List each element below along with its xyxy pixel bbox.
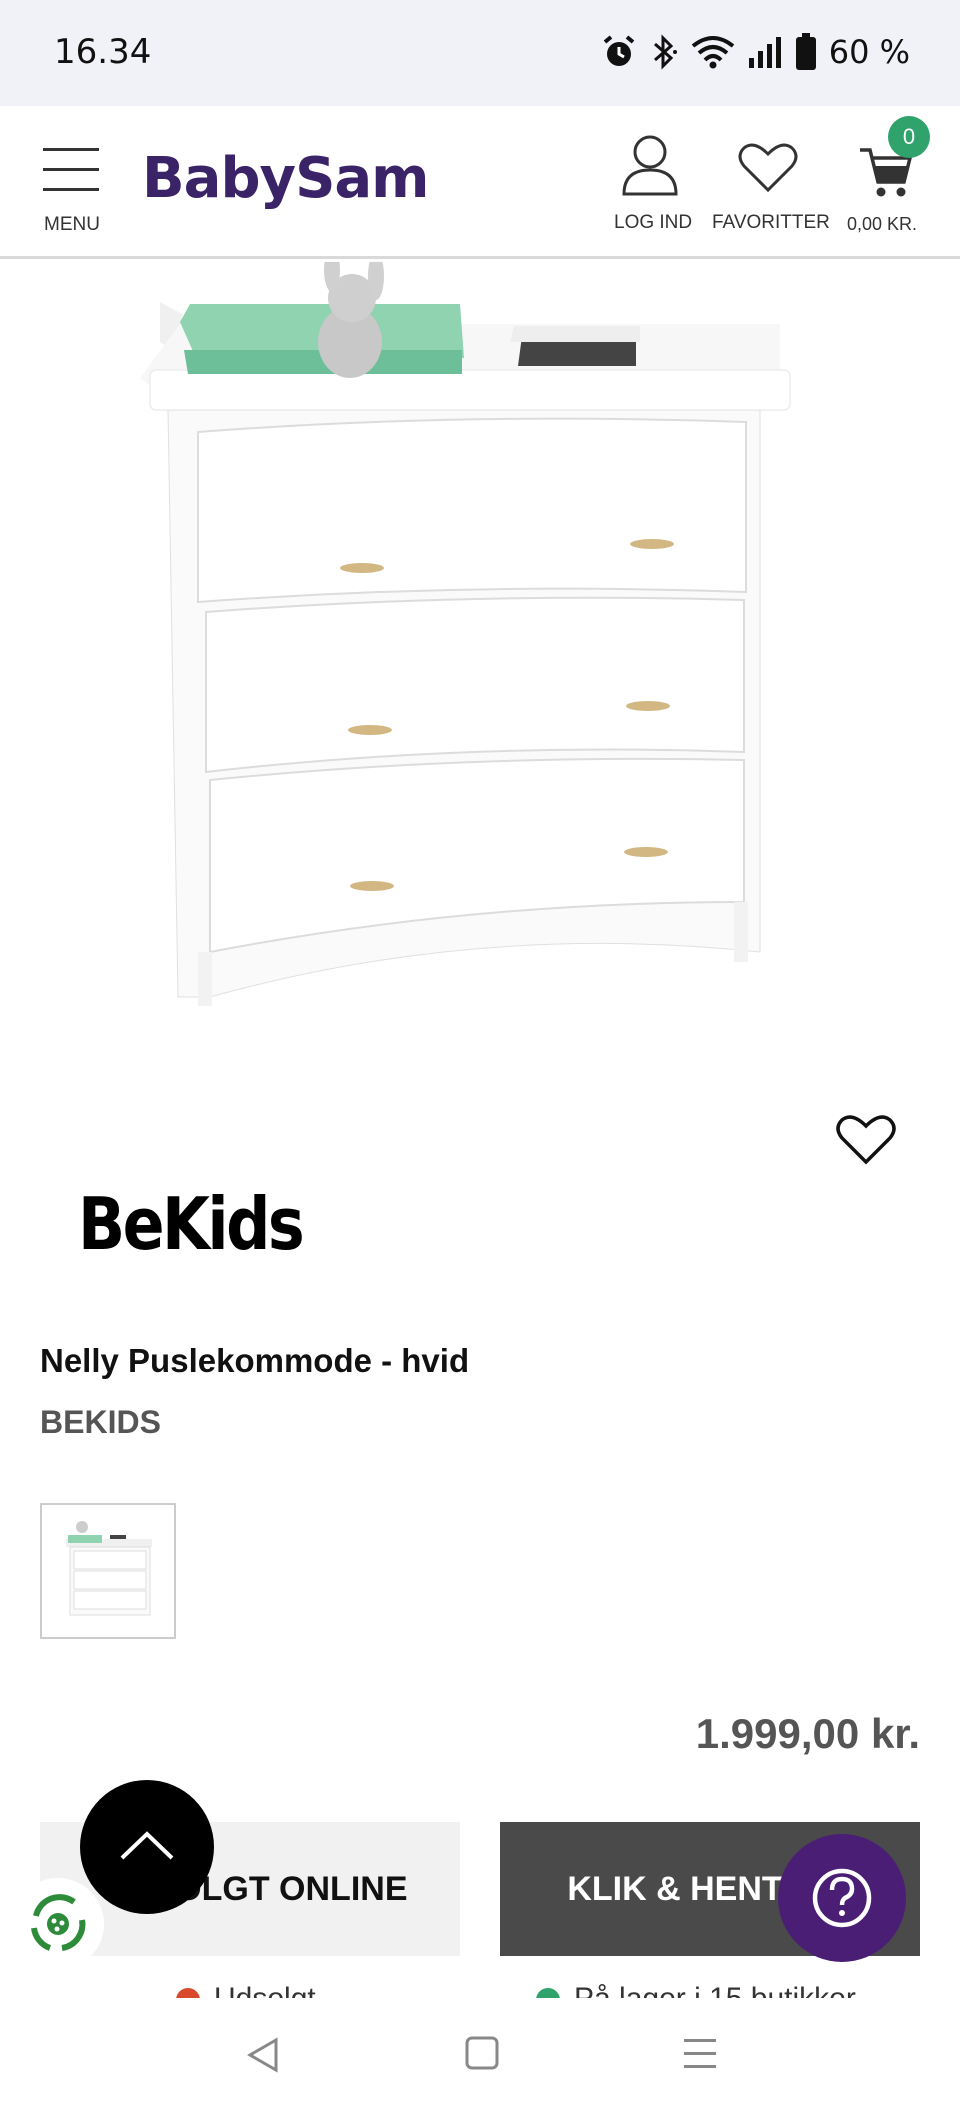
alarm-icon xyxy=(603,35,634,66)
help-button[interactable] xyxy=(778,1834,906,1962)
bluetooth-icon xyxy=(653,34,677,70)
hamburger-icon xyxy=(43,148,99,191)
favorites-button[interactable]: FAVORITTER xyxy=(712,134,830,244)
login-button[interactable]: LOG IND xyxy=(610,134,693,244)
product-thumbnail[interactable] xyxy=(40,1503,176,1639)
site-header: MENU BabySam LOG IND FAVORITTER 0,00 KR. xyxy=(0,106,960,259)
product-brand-link[interactable]: BEKIDS xyxy=(40,1404,161,1441)
battery-icon xyxy=(795,33,816,70)
recent-apps-icon[interactable] xyxy=(682,2036,718,2070)
login-label: LOG IND xyxy=(614,212,693,233)
heart-icon xyxy=(738,143,798,193)
status-time: 16.34 xyxy=(54,32,152,72)
recycle-icon xyxy=(31,1894,86,1951)
add-to-favorites-heart-icon[interactable] xyxy=(836,1112,896,1166)
cart-count-badge: 0 xyxy=(888,116,930,158)
wifi-icon xyxy=(691,36,734,69)
cart-total: 0,00 KR. xyxy=(847,214,918,234)
product-title: Nelly Puslekommode - hvid xyxy=(40,1342,470,1379)
thumbnail-image xyxy=(66,1521,152,1616)
menu-button[interactable]: MENU xyxy=(40,136,104,236)
eco-badge[interactable] xyxy=(12,1878,104,1970)
signal-icon xyxy=(748,37,781,68)
back-icon[interactable] xyxy=(246,2036,280,2074)
product-image[interactable] xyxy=(140,262,800,1022)
menu-label: MENU xyxy=(44,214,100,235)
favorites-label: FAVORITTER xyxy=(712,212,830,233)
brand-logo[interactable]: BeKids xyxy=(78,1182,305,1266)
question-icon xyxy=(812,1868,872,1928)
system-navigation-bar xyxy=(0,1998,960,2112)
battery-percent: 60 % xyxy=(828,33,910,71)
status-bar: 16.34 60 % xyxy=(0,0,960,106)
user-icon xyxy=(622,135,678,196)
site-logo[interactable]: BabySam xyxy=(142,146,430,211)
product-price: 1.999,00 kr. xyxy=(695,1710,920,1757)
status-icons: 60 % xyxy=(601,30,910,74)
home-icon[interactable] xyxy=(465,2036,499,2070)
